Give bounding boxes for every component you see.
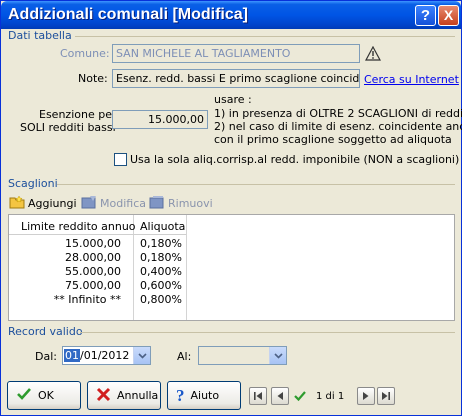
row-aliquota[interactable]: 0,400% bbox=[140, 265, 182, 278]
ok-button-label: OK bbox=[38, 389, 54, 402]
row-limite[interactable]: 28.000,00 bbox=[65, 251, 121, 264]
note-field[interactable]: Esenz. redd. bassi E primo scaglione coi… bbox=[112, 69, 360, 88]
usare-line-1: 1) in presenza di OLTRE 2 SCAGLIONI di r… bbox=[214, 107, 462, 120]
group-separator bbox=[80, 332, 455, 333]
column-header-aliquota[interactable]: Aliquota bbox=[140, 220, 185, 233]
record-valido-group-label: Record valido bbox=[8, 325, 83, 338]
row-aliquota[interactable]: 0,180% bbox=[140, 237, 182, 250]
comune-field[interactable]: SAN MICHELE AL TAGLIAMENTO bbox=[112, 44, 360, 63]
esenzione-field[interactable]: 15.000,00 bbox=[112, 110, 208, 129]
checkmark-icon bbox=[16, 387, 32, 404]
row-aliquota[interactable]: 0,600% bbox=[140, 279, 182, 292]
help-title-button[interactable]: ? bbox=[415, 5, 436, 26]
scaglioni-table[interactable]: Limite reddito annuo Aliquota 15.000,00 … bbox=[8, 214, 455, 321]
chevron-down-icon[interactable] bbox=[133, 347, 150, 364]
scaglioni-group-label: Scaglioni bbox=[8, 177, 58, 190]
help-button-label: Aiuto bbox=[190, 389, 220, 402]
sola-aliquota-checkbox[interactable] bbox=[114, 153, 127, 166]
sola-aliquota-checkbox-label[interactable]: Usa la sola aliq.corrisp.al redd. imponi… bbox=[130, 153, 459, 166]
al-label: Al: bbox=[177, 350, 192, 363]
dati-tabella-group-label: Dati tabella bbox=[8, 29, 72, 42]
next-record-icon[interactable] bbox=[357, 387, 375, 405]
help-button[interactable]: ? Aiuto bbox=[167, 381, 241, 410]
chevron-down-icon[interactable] bbox=[269, 347, 286, 364]
column-divider bbox=[186, 215, 187, 320]
row-limite[interactable]: 15.000,00 bbox=[65, 237, 121, 250]
title-bar[interactable]: Addizionali comunali [Modifica] ? X bbox=[1, 1, 461, 29]
last-record-icon[interactable] bbox=[377, 387, 395, 405]
record-counter: 1 di 1 bbox=[316, 391, 345, 402]
row-aliquota[interactable]: 0,800% bbox=[140, 293, 182, 306]
group-separator bbox=[75, 36, 455, 37]
folder-add-icon bbox=[9, 195, 25, 212]
row-limite[interactable]: 75.000,00 bbox=[65, 279, 121, 292]
add-button-label: Aggiungi bbox=[28, 197, 77, 210]
window-title: Addizionali comunali [Modifica] bbox=[8, 6, 248, 23]
search-internet-link[interactable]: Cerca su Internet bbox=[364, 73, 459, 86]
group-separator bbox=[57, 184, 455, 185]
al-date-picker[interactable] bbox=[198, 346, 287, 365]
first-record-icon[interactable] bbox=[249, 387, 267, 405]
red-x-icon bbox=[96, 387, 111, 405]
dal-date-picker[interactable]: 01 /01/2012 bbox=[62, 346, 151, 365]
remove-icon bbox=[149, 195, 165, 212]
esenzione-label-line1: Esenzione per bbox=[39, 108, 117, 121]
usare-line-2: 2) nel caso di limite di esenz. coincide… bbox=[214, 120, 462, 133]
esenzione-label-line2: SOLI redditi bassi bbox=[20, 121, 116, 134]
row-limite[interactable]: ** Infinito ** bbox=[54, 293, 121, 306]
column-header-limite[interactable]: Limite reddito annuo bbox=[21, 220, 136, 233]
add-button[interactable]: Aggiungi bbox=[9, 195, 77, 212]
cancel-button[interactable]: Annulla bbox=[87, 381, 161, 410]
cancel-button-label: Annulla bbox=[117, 389, 159, 402]
close-button[interactable]: X bbox=[438, 5, 459, 26]
dal-date-rest[interactable]: /01/2012 bbox=[80, 349, 129, 362]
usare-line-3: con il primo scaglione soggetto ad aliqu… bbox=[214, 133, 452, 146]
prev-record-icon[interactable] bbox=[271, 387, 289, 405]
remove-button[interactable]: Rimuovi bbox=[149, 195, 213, 212]
note-label: Note: bbox=[78, 72, 108, 85]
dal-day-selected[interactable]: 01 bbox=[64, 349, 80, 362]
row-limite[interactable]: 55.000,00 bbox=[65, 265, 121, 278]
row-aliquota[interactable]: 0,180% bbox=[140, 251, 182, 264]
edit-icon bbox=[81, 195, 97, 212]
dal-label: Dal: bbox=[35, 350, 57, 363]
dialog-window: Addizionali comunali [Modifica] ? X Dati… bbox=[0, 0, 462, 416]
warning-triangle-icon[interactable] bbox=[364, 45, 382, 65]
comune-label: Comune: bbox=[60, 47, 110, 60]
usare-title: usare : bbox=[214, 93, 252, 106]
ok-button[interactable]: OK bbox=[7, 381, 81, 410]
remove-button-label: Rimuovi bbox=[168, 197, 213, 210]
question-mark-icon: ? bbox=[176, 385, 185, 405]
edit-button[interactable]: Modifica bbox=[81, 195, 146, 212]
green-check-icon[interactable] bbox=[294, 390, 306, 405]
edit-button-label: Modifica bbox=[100, 197, 146, 210]
